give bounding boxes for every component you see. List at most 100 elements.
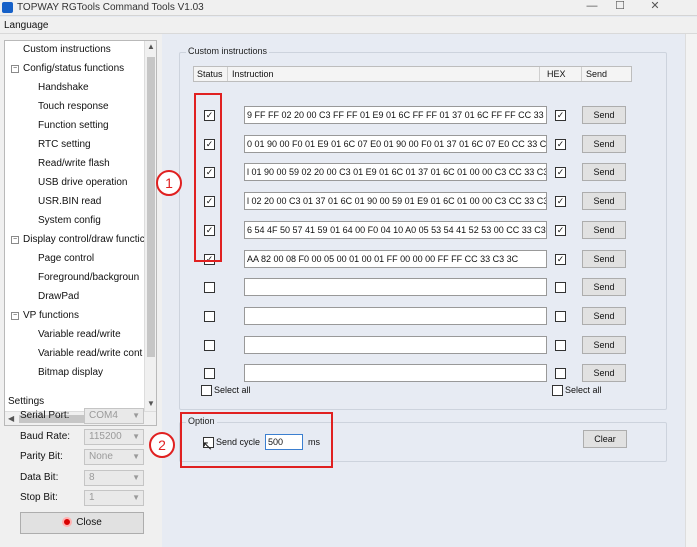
- send-button[interactable]: Send: [582, 221, 626, 239]
- select-all-hex-checkbox[interactable]: [552, 385, 563, 396]
- tree-item-handshake[interactable]: Handshake: [38, 79, 89, 97]
- status-checkbox[interactable]: [204, 311, 215, 322]
- instruction-input[interactable]: 6 54 4F 50 57 41 59 01 64 00 F0 04 10 A0…: [244, 221, 547, 239]
- baud-rate-select[interactable]: 115200 ▼: [84, 429, 144, 445]
- scroll-down-icon[interactable]: ▼: [147, 399, 155, 408]
- maximize-button[interactable]: ☐: [605, 0, 635, 14]
- settings-title: Settings: [8, 396, 45, 407]
- instruction-input[interactable]: l 01 90 00 59 02 20 00 C3 01 E9 01 6C 01…: [244, 163, 547, 181]
- header-status: Status: [197, 69, 223, 79]
- hex-checkbox[interactable]: ✓: [555, 225, 566, 236]
- tree-item-config-status[interactable]: − Config/status functions: [11, 60, 124, 78]
- collapse-icon[interactable]: −: [11, 65, 19, 73]
- parity-bit-select[interactable]: None ▼: [84, 449, 144, 465]
- send-button[interactable]: Send: [582, 163, 626, 181]
- send-button[interactable]: Send: [582, 192, 626, 210]
- hex-checkbox[interactable]: [555, 311, 566, 322]
- status-checkbox[interactable]: [204, 340, 215, 351]
- hex-checkbox[interactable]: [555, 340, 566, 351]
- instruction-input[interactable]: [244, 364, 547, 382]
- data-bit-label: Data Bit:: [20, 472, 59, 483]
- collapse-icon[interactable]: −: [11, 312, 19, 320]
- header-hex: HEX: [547, 69, 566, 79]
- instruction-input[interactable]: [244, 336, 547, 354]
- serial-port-select[interactable]: COM4 ▼: [84, 408, 144, 424]
- scroll-thumb[interactable]: [147, 57, 155, 357]
- tree-item-label: VP functions: [23, 310, 79, 321]
- serial-port-label: Serial Port:: [20, 410, 70, 421]
- chevron-down-icon: ▼: [132, 452, 140, 461]
- minimize-button[interactable]: —: [577, 0, 607, 14]
- status-checkbox[interactable]: [204, 282, 215, 293]
- stop-bit-label: Stop Bit:: [20, 492, 58, 503]
- hex-checkbox[interactable]: ✓: [555, 196, 566, 207]
- status-checkbox[interactable]: [204, 368, 215, 379]
- close-port-label: Close: [76, 517, 102, 528]
- tree-item-custom-instructions[interactable]: Custom instructions: [23, 41, 111, 59]
- close-port-button[interactable]: Close: [20, 512, 144, 534]
- app-icon: [2, 2, 13, 13]
- select-all-hex-label: Select all: [565, 385, 602, 395]
- instruction-input[interactable]: 9 FF FF 02 20 00 C3 FF FF 01 E9 01 6C FF…: [244, 106, 547, 124]
- menu-bar: Language: [0, 17, 697, 34]
- instruction-input[interactable]: AA 82 00 08 F0 00 05 00 01 00 01 FF 00 0…: [244, 250, 547, 268]
- hex-checkbox[interactable]: ✓: [555, 110, 566, 121]
- data-bit-select[interactable]: 8 ▼: [84, 470, 144, 486]
- send-button[interactable]: Send: [582, 135, 626, 153]
- tree-item-page-control[interactable]: Page control: [38, 250, 94, 268]
- chevron-down-icon: ▼: [132, 432, 140, 441]
- instruction-input[interactable]: l 02 20 00 C3 01 37 01 6C 01 90 00 59 01…: [244, 192, 547, 210]
- menu-language[interactable]: Language: [4, 20, 49, 31]
- scroll-up-icon[interactable]: ▲: [147, 42, 155, 51]
- tree-item-rtc-setting[interactable]: RTC setting: [38, 136, 91, 154]
- tree-item-usb-drive[interactable]: USB drive operation: [38, 174, 128, 192]
- custom-instructions-group: Custom instructions Status Instruction H…: [179, 46, 667, 410]
- hex-checkbox[interactable]: ✓: [555, 254, 566, 265]
- tree-item-bitmap-display[interactable]: Bitmap display: [38, 364, 103, 382]
- send-button[interactable]: Send: [582, 364, 626, 382]
- annotation-one: 1: [156, 170, 182, 196]
- send-button[interactable]: Send: [582, 106, 626, 124]
- highlight-box-option: [180, 412, 333, 468]
- tree-item-usr-bin-read[interactable]: USR.BIN read: [38, 193, 101, 211]
- tree-item-variable-read-write-cont[interactable]: Variable read/write cont: [38, 345, 142, 363]
- instruction-input[interactable]: 0 01 90 00 F0 01 E9 01 6C 07 E0 01 90 00…: [244, 135, 547, 153]
- clear-button[interactable]: Clear: [583, 430, 627, 448]
- main-vertical-scrollbar[interactable]: [685, 34, 697, 547]
- chevron-down-icon: ▼: [132, 493, 140, 502]
- select-all-status-label: Select all: [214, 385, 251, 395]
- select-all-status-checkbox[interactable]: [201, 385, 212, 396]
- send-button[interactable]: Send: [582, 336, 626, 354]
- send-button[interactable]: Send: [582, 278, 626, 296]
- tree-item-variable-read-write[interactable]: Variable read/write: [38, 326, 121, 344]
- instruction-input[interactable]: [244, 307, 547, 325]
- data-bit-value: 8: [89, 472, 95, 483]
- parity-bit-label: Parity Bit:: [20, 451, 63, 462]
- hex-checkbox[interactable]: [555, 282, 566, 293]
- tree-item-function-setting[interactable]: Function setting: [38, 117, 109, 135]
- send-button[interactable]: Send: [582, 307, 626, 325]
- tree-item-drawpad[interactable]: DrawPad: [38, 288, 79, 306]
- stop-bit-value: 1: [89, 492, 95, 503]
- stop-bit-select[interactable]: 1 ▼: [84, 490, 144, 506]
- tree-item-display-control[interactable]: − Display control/draw functic: [11, 231, 145, 249]
- hex-checkbox[interactable]: ✓: [555, 139, 566, 150]
- tree-item-foreground-background[interactable]: Foreground/backgroun: [38, 269, 139, 287]
- record-icon: [62, 517, 73, 528]
- baud-rate-value: 115200: [89, 431, 122, 442]
- tree-vertical-scrollbar[interactable]: ▲ ▼: [144, 41, 156, 411]
- scroll-left-icon[interactable]: ◀: [8, 414, 14, 423]
- tree-item-vp-functions[interactable]: − VP functions: [11, 307, 79, 325]
- function-tree[interactable]: Custom instructions − Config/status func…: [4, 40, 157, 426]
- tree-item-system-config[interactable]: System config: [38, 212, 101, 230]
- chevron-down-icon: ▼: [132, 473, 140, 482]
- hex-checkbox[interactable]: [555, 368, 566, 379]
- tree-item-touch-response[interactable]: Touch response: [38, 98, 109, 116]
- hex-checkbox[interactable]: ✓: [555, 167, 566, 178]
- tree-item-read-write-flash[interactable]: Read/write flash: [38, 155, 110, 173]
- instruction-input[interactable]: [244, 278, 547, 296]
- close-window-button[interactable]: ✕: [640, 0, 670, 14]
- collapse-icon[interactable]: −: [11, 236, 19, 244]
- send-button[interactable]: Send: [582, 250, 626, 268]
- baud-rate-label: Baud Rate:: [20, 431, 71, 442]
